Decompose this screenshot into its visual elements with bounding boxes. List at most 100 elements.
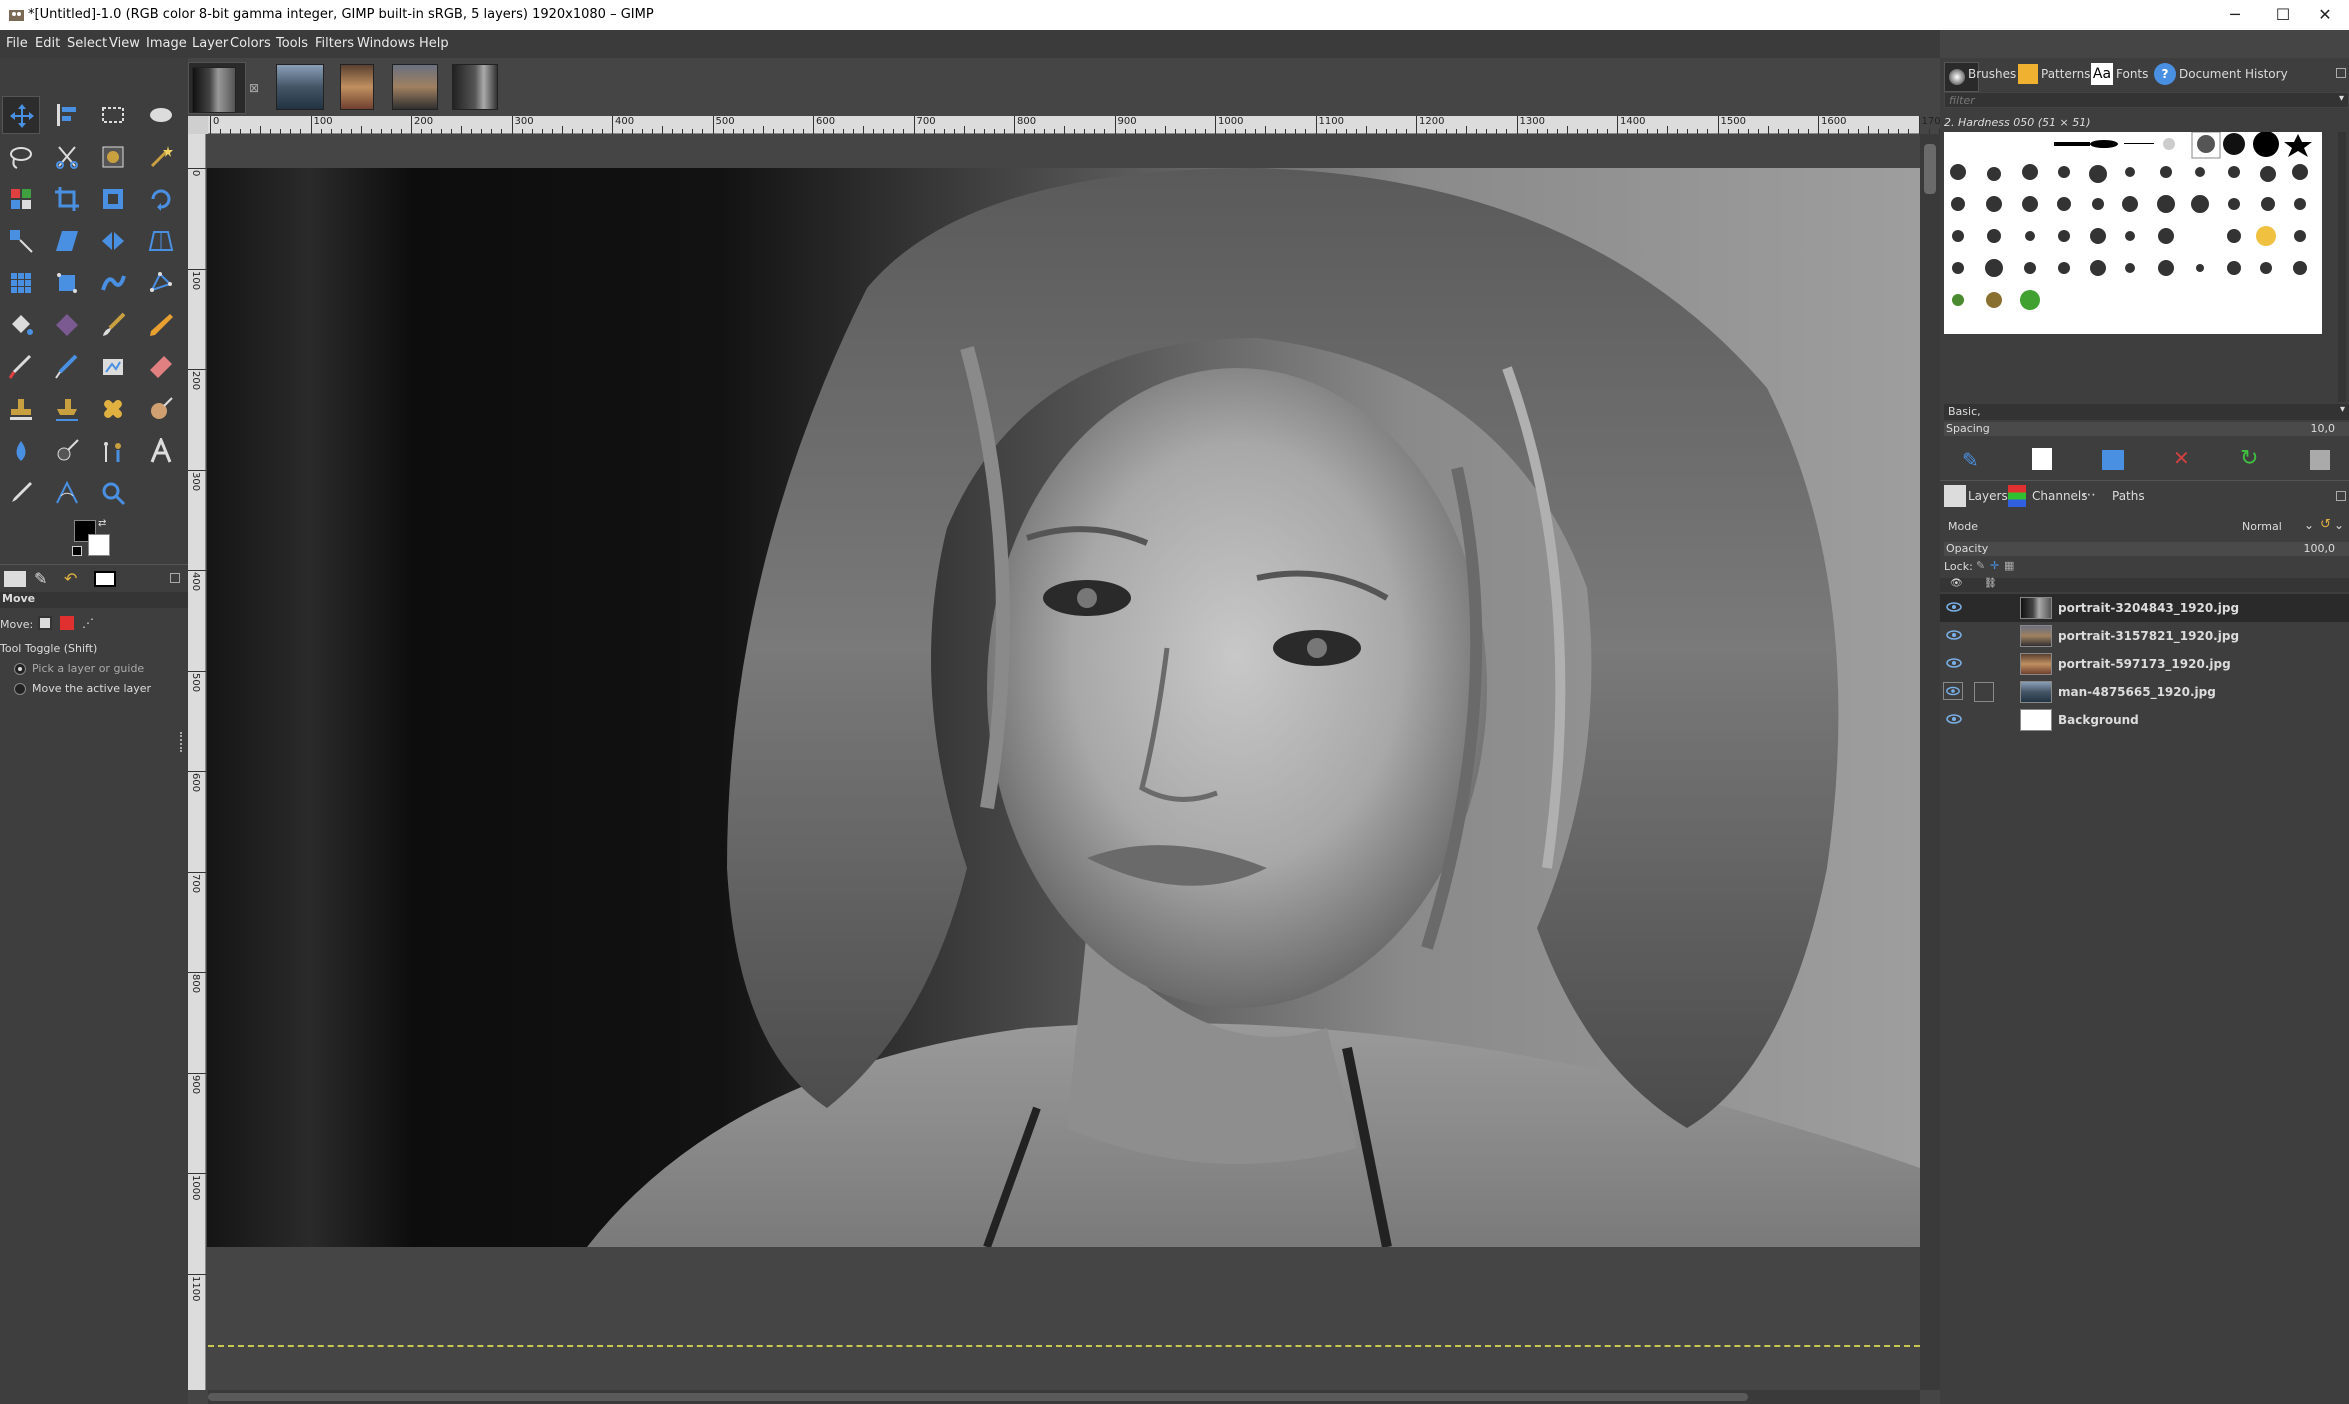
tab-man-4875665[interactable] (276, 64, 324, 110)
dock-menu-icon[interactable] (2336, 68, 2346, 78)
rotate-tool[interactable] (142, 180, 180, 218)
layer-row[interactable]: man-4875665_1920.jpg (1940, 678, 2349, 706)
document-history-icon[interactable]: ? (2154, 63, 2176, 85)
menu-tools[interactable]: Tools (276, 36, 308, 51)
menu-file[interactable]: File (6, 36, 28, 51)
duplicate-brush-button[interactable] (2102, 450, 2124, 470)
visibility-eye-icon[interactable] (1946, 712, 1962, 726)
mode-reset-icon[interactable]: ↺ (2320, 517, 2331, 532)
paths-icon[interactable]: ⋯ (2082, 487, 2096, 503)
flip-tool[interactable] (94, 222, 132, 260)
brush-filter-field[interactable]: filter ▾ (1944, 92, 2349, 108)
measure-tool[interactable] (48, 474, 86, 512)
brush-grid[interactable] (1944, 131, 2322, 334)
ellipse-select-tool[interactable] (142, 96, 180, 134)
menu-help[interactable]: Help (419, 36, 449, 51)
menu-select[interactable]: Select (67, 36, 107, 51)
blur-tool[interactable] (2, 432, 40, 470)
move-selection-mode-icon[interactable] (60, 616, 74, 630)
ink-tool[interactable] (48, 348, 86, 386)
eraser-tool[interactable] (142, 348, 180, 386)
mypaint-brush-tool[interactable] (94, 348, 132, 386)
image-canvas[interactable] (207, 168, 1920, 1247)
chevron-down-icon[interactable]: ⌄ (2334, 518, 2344, 532)
scissors-tool[interactable] (48, 138, 86, 176)
horizontal-scroll-thumb[interactable] (208, 1393, 1748, 1401)
brush-grid-scrollbar[interactable] (2338, 132, 2346, 402)
layer-row[interactable]: Background (1940, 706, 2349, 734)
tool-options-tab-icon[interactable] (4, 571, 26, 587)
edit-brush-button[interactable]: ✎ (1962, 448, 1979, 472)
rect-select-tool[interactable] (94, 96, 132, 134)
vertical-scrollbar[interactable] (1920, 134, 1940, 1390)
clone-tool[interactable] (2, 390, 40, 428)
reset-colors-icon[interactable] (72, 546, 82, 556)
airbrush-tool[interactable] (2, 348, 40, 386)
tab-portrait-597173[interactable] (340, 64, 374, 110)
dock-menu-icon[interactable] (2336, 491, 2346, 501)
chevron-down-icon[interactable]: ⌄ (2304, 518, 2314, 532)
spacing-slider[interactable]: Spacing 10,0 (1944, 422, 2349, 436)
menu-colors[interactable]: Colors (230, 36, 271, 51)
gradient-tool[interactable] (48, 306, 86, 344)
crop-tool[interactable] (48, 180, 86, 218)
visibility-eye-icon[interactable] (1946, 600, 1962, 614)
lasso-tool[interactable] (2, 138, 40, 176)
warp-transform-tool[interactable] (94, 264, 132, 302)
warp-grid-tool[interactable] (2, 264, 40, 302)
move-path-mode-icon[interactable]: ⋰ (82, 616, 96, 630)
opacity-slider[interactable]: Opacity 100,0 (1944, 542, 2349, 556)
lock-pixels-icon[interactable]: ✎ (1976, 559, 1985, 572)
menu-windows[interactable]: Windows (357, 36, 415, 51)
undo-history-tab-icon[interactable]: ↶ (64, 569, 86, 589)
unified-transform-tool[interactable] (94, 180, 132, 218)
layer-row[interactable]: portrait-597173_1920.jpg (1940, 650, 2349, 678)
menu-layer[interactable]: Layer (192, 36, 228, 51)
menu-view[interactable]: View (109, 36, 140, 51)
delete-brush-button[interactable]: ✕ (2173, 446, 2190, 470)
move-tool[interactable] (2, 96, 40, 134)
align-tool[interactable] (48, 96, 86, 134)
tab-portrait-3204843[interactable]: ⊠ (188, 62, 259, 114)
visibility-eye-icon[interactable] (1946, 628, 1962, 642)
minimize-button[interactable]: ─ (2210, 0, 2260, 30)
pencil-tool[interactable] (142, 306, 180, 344)
visibility-eye-icon[interactable] (1943, 682, 1963, 700)
perspective-clone-tool[interactable] (48, 390, 86, 428)
chain-toggle[interactable] (1974, 682, 1994, 702)
lock-alpha-icon[interactable]: ▦ (2004, 559, 2014, 572)
layer-row[interactable]: portrait-3157821_1920.jpg (1940, 622, 2349, 650)
horizontal-scrollbar[interactable] (208, 1390, 1920, 1404)
patterns-icon[interactable] (2018, 64, 2038, 84)
tab-portrait-dark[interactable] (452, 64, 498, 110)
channels-icon[interactable] (2008, 485, 2026, 507)
shear-tool[interactable] (48, 222, 86, 260)
menu-edit[interactable]: Edit (35, 36, 60, 51)
dock-menu-icon[interactable] (170, 573, 180, 583)
close-button[interactable]: ✕ (2300, 0, 2349, 30)
perspective-tool[interactable] (142, 222, 180, 260)
background-color[interactable] (88, 534, 110, 556)
pick-layer-radio[interactable] (14, 663, 26, 675)
images-tab-icon[interactable] (94, 571, 116, 587)
device-status-tab-icon[interactable]: ✎ (34, 569, 56, 589)
heal-tool[interactable] (94, 390, 132, 428)
handle-transform-tool[interactable] (142, 264, 180, 302)
smudge-tool[interactable] (142, 390, 180, 428)
panel-resize-handle[interactable] (180, 732, 186, 752)
scale-tool[interactable] (2, 222, 40, 260)
fonts-icon[interactable]: Aa (2091, 63, 2113, 85)
new-brush-button[interactable] (2032, 448, 2052, 470)
mode-value[interactable]: Normal (2242, 520, 2282, 533)
tab-portrait-3157821[interactable] (392, 64, 438, 110)
foreground-select-tool[interactable] (94, 138, 132, 176)
move-active-layer-radio[interactable] (14, 683, 26, 695)
zoom-tool[interactable] (94, 474, 132, 512)
open-brush-as-image-button[interactable] (2310, 450, 2330, 470)
brush-preset-select[interactable]: Basic, ▾ (1944, 404, 2349, 420)
color-picker-tool[interactable] (2, 474, 40, 512)
layer-row[interactable]: portrait-3204843_1920.jpg (1940, 594, 2349, 622)
color-select-tool[interactable] (2, 180, 40, 218)
cage-transform-tool[interactable] (48, 264, 86, 302)
fuzzy-select-tool[interactable] (142, 138, 180, 176)
